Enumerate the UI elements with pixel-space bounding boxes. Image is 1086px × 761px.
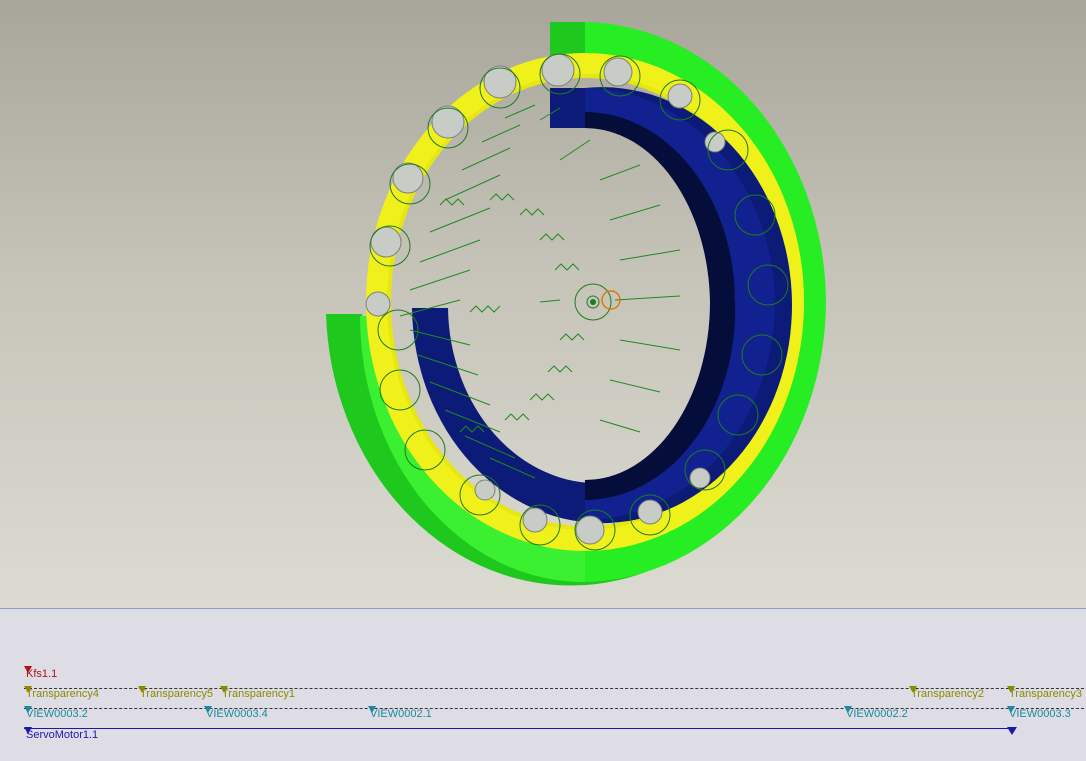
transparency-marker[interactable]: Transparency2 (909, 686, 984, 700)
view-track-line (24, 708, 1084, 709)
transparency-marker-icon (138, 686, 146, 693)
transparency-marker[interactable]: Transparency4 (24, 686, 99, 700)
transparency-marker-icon (1007, 686, 1015, 693)
view-marker-icon (204, 706, 212, 713)
transparency-marker[interactable]: Transparency3 (1007, 686, 1082, 700)
view-marker[interactable]: VIEW0002.1 (368, 706, 432, 720)
servo-end-marker[interactable] (1007, 727, 1017, 735)
animation-timeline[interactable]: Kfs1.1 Transparency4 Transparency5 Trans… (0, 609, 1086, 761)
transparency-marker[interactable]: Transparency5 (138, 686, 213, 700)
transparency-marker[interactable]: Transparency1 (220, 686, 295, 700)
blue-inner-ring[interactable] (412, 87, 792, 524)
servo-marker-icon (24, 727, 32, 734)
view-marker[interactable]: VIEW0002.2 (844, 706, 908, 720)
view-marker-icon (24, 706, 32, 713)
gear-assembly-model[interactable] (0, 0, 1086, 608)
transparency-marker-icon (220, 686, 228, 693)
view-marker-icon (1007, 706, 1015, 713)
view-marker[interactable]: VIEW0003.4 (204, 706, 268, 720)
view-marker[interactable]: VIEW0003.3 (1007, 706, 1071, 720)
view-marker[interactable]: VIEW0003.2 (24, 706, 88, 720)
transparency-marker-icon (909, 686, 917, 693)
servo-marker[interactable]: ServoMotor1.1 (24, 727, 98, 741)
servo-track-line (24, 728, 1014, 729)
kfs-marker[interactable]: Kfs1.1 (24, 666, 57, 680)
view-marker-icon (844, 706, 852, 713)
3d-viewport[interactable] (0, 0, 1086, 608)
kfs-marker-icon (24, 666, 32, 673)
transparency-marker-icon (24, 686, 32, 693)
view-marker-icon (368, 706, 376, 713)
